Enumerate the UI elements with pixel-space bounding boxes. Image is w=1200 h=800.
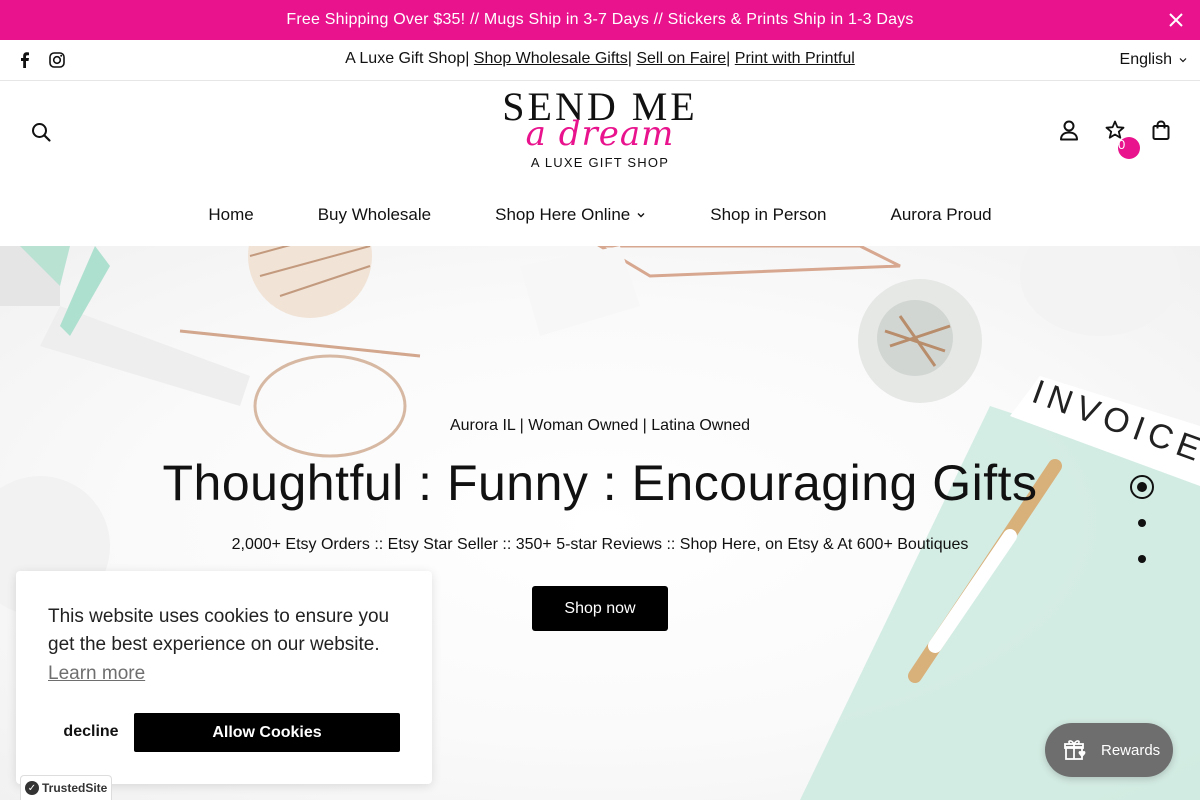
nav-item-label: Shop in Person — [710, 205, 827, 224]
search-icon[interactable] — [30, 121, 52, 143]
learn-more-link[interactable]: Learn more — [48, 663, 400, 685]
nav-item-home[interactable]: Home — [208, 195, 253, 235]
nav-item-label: Home — [208, 205, 254, 224]
announcement-bar: Free Shipping Over $35! // Mugs Ship in … — [0, 0, 1200, 40]
cookie-message: This website uses cookies to ensure you … — [48, 606, 390, 655]
chevron-down-icon — [637, 213, 645, 218]
account-icon[interactable] — [1058, 119, 1080, 141]
hero-tagline: 2,000+ Etsy Orders :: Etsy Star Seller :… — [231, 536, 969, 553]
utility-links: A Luxe Gift Shop| Shop Wholesale Gifts| … — [0, 50, 1200, 68]
slide-dot-3[interactable] — [1130, 547, 1154, 571]
site-header: SEND ME a dream A LUXE GIFT SHOP 0 — [0, 81, 1200, 181]
nav-item-aurora-proud[interactable]: Aurora Proud — [891, 195, 992, 235]
allow-cookies-button[interactable]: Allow Cookies — [134, 713, 400, 752]
slide-dot-1[interactable] — [1130, 475, 1154, 499]
language-label: English — [1119, 51, 1172, 68]
faire-link[interactable]: Sell on Faire — [636, 50, 726, 67]
printful-link[interactable]: Print with Printful — [735, 50, 855, 67]
trustedsite-label: TrustedSite — [42, 781, 108, 795]
nav-item-shop-in-person[interactable]: Shop in Person — [710, 195, 826, 235]
header-actions: 0 — [1058, 119, 1172, 159]
nav-item-label: Aurora Proud — [890, 205, 992, 224]
utility-separator: | — [627, 50, 632, 67]
shop-now-button[interactable]: Shop now — [532, 586, 668, 631]
site-logo[interactable]: SEND ME a dream A LUXE GIFT SHOP — [490, 87, 710, 177]
rewards-launcher[interactable]: Rewards — [1045, 723, 1173, 777]
cookie-consent-banner: This website uses cookies to ensure you … — [16, 571, 432, 784]
chevron-down-icon — [1179, 58, 1187, 63]
main-navigation: Home Buy Wholesale Shop Here Online Shop… — [0, 195, 1200, 235]
nav-item-label: Buy Wholesale — [317, 205, 432, 224]
close-icon[interactable] — [1166, 10, 1186, 30]
check-icon: ✓ — [25, 781, 39, 795]
slide-dot-2[interactable] — [1130, 511, 1154, 535]
wishlist-count-badge: 0 — [1118, 137, 1140, 159]
trustedsite-badge[interactable]: ✓ TrustedSite — [20, 775, 112, 800]
utility-bar: A Luxe Gift Shop| Shop Wholesale Gifts| … — [0, 40, 1200, 81]
hero-subtitle: Aurora IL | Woman Owned | Latina Owned — [449, 417, 751, 434]
hero-title: Thoughtful : Funny : Encouraging Gifts — [162, 455, 1038, 511]
wishlist-star-icon[interactable]: 0 — [1104, 119, 1140, 159]
nav-item-shop-here-online[interactable]: Shop Here Online — [495, 195, 646, 235]
rewards-label: Rewards — [1101, 741, 1161, 759]
nav-item-label: Shop Here Online — [495, 205, 631, 224]
language-selector[interactable]: English — [1120, 51, 1188, 69]
slide-pagination — [1130, 475, 1154, 583]
cart-bag-icon[interactable] — [1150, 119, 1172, 141]
utility-prefix: A Luxe Gift Shop| — [345, 50, 470, 67]
logo-line-3: A LUXE GIFT SHOP — [530, 155, 670, 170]
decline-cookies-button[interactable]: decline — [48, 713, 134, 751]
announcement-text: Free Shipping Over $35! // Mugs Ship in … — [286, 11, 914, 28]
wholesale-gifts-link[interactable]: Shop Wholesale Gifts — [474, 50, 628, 67]
utility-separator: | — [726, 50, 731, 67]
nav-item-buy-wholesale[interactable]: Buy Wholesale — [318, 195, 431, 235]
gift-heart-icon — [1064, 740, 1086, 760]
